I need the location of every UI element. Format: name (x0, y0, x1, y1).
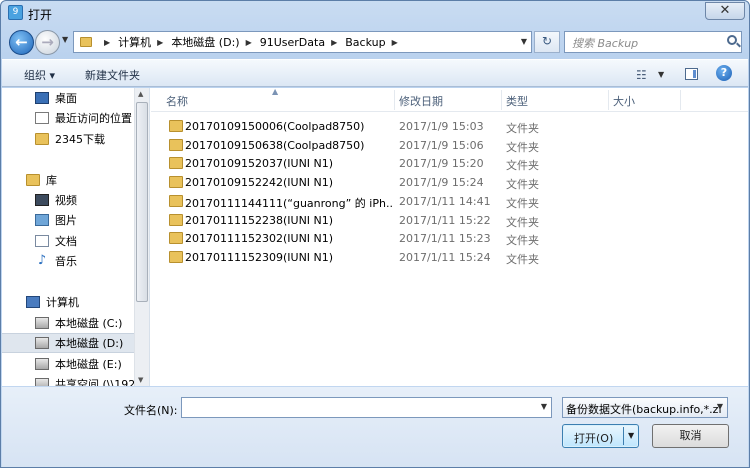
filename-field[interactable]: ▼ (181, 397, 552, 418)
scrollbar-thumb[interactable] (136, 102, 148, 302)
sidebar-item-2345-downloads[interactable]: 2345下载 (2, 129, 134, 149)
sidebar-item-music[interactable]: ♪ 音乐 (2, 251, 134, 271)
folder-icon (35, 133, 49, 145)
drive-icon (35, 337, 49, 349)
back-button[interactable]: ← (9, 30, 34, 55)
recent-places-icon (35, 112, 49, 124)
history-dropdown-icon[interactable]: ▼ (62, 35, 68, 44)
split-divider (623, 427, 624, 445)
sidebar-item-recent-places[interactable]: 最近访问的位置 (2, 108, 134, 128)
view-dropdown-icon[interactable]: ▼ (658, 70, 664, 79)
new-folder-button[interactable]: 新建文件夹 (85, 67, 140, 83)
folder-icon (169, 251, 183, 263)
music-icon: ♪ (37, 253, 47, 268)
drive-icon (35, 358, 49, 370)
column-name[interactable]: 名称 (166, 93, 188, 109)
folder-icon (169, 176, 183, 188)
address-dropdown-icon[interactable]: ▼ (521, 37, 527, 46)
forward-button[interactable]: → (35, 30, 60, 55)
folder-icon (169, 139, 183, 151)
sidebar-item-drive-d[interactable]: 本地磁盘 (D:) (2, 333, 134, 353)
library-icon (26, 174, 40, 186)
dialog-body: 桌面 最近访问的位置 2345下载 库 视频 图片 文档 ♪ 音乐 计算机 本地磁… (2, 87, 748, 386)
command-toolbar: 组织 ▾ 新建文件夹 ☷ ▼ ? (2, 59, 748, 87)
search-input[interactable]: 搜索 Backup (564, 31, 742, 53)
breadcrumb-drive-d[interactable]: 本地磁盘 (D:) ▶ (171, 34, 259, 50)
column-divider[interactable] (608, 90, 609, 110)
folder-icon (169, 195, 183, 207)
dialog-footer: 文件名(N): ▼ 备份数据文件(backup.info,*.zi ▼ 打开(O… (2, 387, 748, 467)
folder-icon (169, 157, 183, 169)
column-divider[interactable] (394, 90, 395, 110)
list-item[interactable]: 20170109150006(Coolpad8750) 2017/1/9 15:0… (151, 117, 748, 136)
scroll-up-icon[interactable]: ▲ (138, 90, 143, 98)
close-button[interactable]: ✕ (705, 2, 745, 20)
network-drive-icon (35, 378, 49, 386)
breadcrumb-91userdata[interactable]: 91UserData ▶ (260, 36, 346, 49)
scroll-down-icon[interactable]: ▼ (138, 376, 143, 384)
cancel-button[interactable]: 取消 (652, 424, 729, 448)
folder-icon (80, 37, 92, 47)
filetype-select[interactable]: 备份数据文件(backup.info,*.zi ▼ (562, 397, 728, 418)
change-view-icon[interactable]: ☷ (636, 68, 647, 82)
folder-icon (169, 214, 183, 226)
app-icon: 9 (8, 5, 23, 20)
search-placeholder: 搜索 Backup (572, 37, 639, 50)
sidebar-item-libraries[interactable]: 库 (2, 170, 134, 190)
navigation-pane: 桌面 最近访问的位置 2345下载 库 视频 图片 文档 ♪ 音乐 计算机 本地磁… (2, 88, 150, 386)
sidebar-item-drive-e[interactable]: 本地磁盘 (E:) (2, 354, 134, 374)
video-icon (35, 194, 49, 206)
computer-icon (26, 296, 40, 308)
sidebar-item-videos[interactable]: 视频 (2, 190, 134, 210)
column-header: ▲ 名称 修改日期 类型 大小 (151, 87, 748, 112)
sidebar-item-documents[interactable]: 文档 (2, 231, 134, 251)
title-bar[interactable]: 9 打开 ✕ (1, 1, 749, 25)
list-item[interactable]: 20170111152302(IUNI N1) 2017/1/11 15:23 文件… (151, 229, 748, 248)
breadcrumb-separator-icon[interactable]: ▶ (98, 38, 118, 47)
sort-ascending-icon: ▲ (272, 87, 279, 96)
filetype-dropdown-icon[interactable]: ▼ (717, 402, 723, 411)
list-item[interactable]: 20170111152309(IUNI N1) 2017/1/11 15:24 文件… (151, 248, 748, 267)
list-item[interactable]: 20170109152242(IUNI N1) 2017/1/9 15:24 文件夹 (151, 173, 748, 192)
sidebar-item-computer[interactable]: 计算机 (2, 292, 134, 312)
column-divider[interactable] (501, 90, 502, 110)
sidebar-item-drive-c[interactable]: 本地磁盘 (C:) (2, 313, 134, 333)
window-title: 打开 (28, 8, 53, 22)
documents-icon (35, 235, 49, 247)
open-button[interactable]: 打开(O) ▼ (562, 424, 639, 448)
address-bar[interactable]: ▶ 计算机 ▶ 本地磁盘 (D:) ▶ 91UserData ▶ Backup ▶ ▼ (73, 31, 532, 53)
column-divider[interactable] (680, 90, 681, 110)
open-options-dropdown-icon[interactable]: ▼ (628, 431, 634, 440)
list-item[interactable]: 20170111152238(IUNI N1) 2017/1/11 15:22 文件… (151, 211, 748, 230)
filename-dropdown-icon[interactable]: ▼ (541, 402, 547, 411)
refresh-button[interactable]: ↻ (534, 31, 560, 53)
navigation-bar: ← → ▼ ▶ 计算机 ▶ 本地磁盘 (D:) ▶ 91UserData ▶ Back… (1, 27, 749, 57)
file-list: ▲ 名称 修改日期 类型 大小 20170109150006(Coolpad87… (151, 87, 748, 386)
column-size[interactable]: 大小 (613, 93, 635, 109)
pictures-icon (35, 214, 49, 226)
drive-icon (35, 317, 49, 329)
open-button-label: 打开(O) (574, 432, 614, 445)
desktop-icon (35, 92, 49, 104)
organize-button[interactable]: 组织 ▾ (24, 67, 55, 83)
breadcrumb-backup[interactable]: Backup ▶ (345, 36, 405, 49)
column-type[interactable]: 类型 (506, 93, 528, 109)
column-date-modified[interactable]: 修改日期 (399, 93, 443, 109)
search-icon[interactable] (727, 35, 737, 45)
list-item[interactable]: 20170109150638(Coolpad8750) 2017/1/9 15:0… (151, 136, 748, 155)
list-item[interactable]: 20170109152037(IUNI N1) 2017/1/9 15:20 文件夹 (151, 154, 748, 173)
sidebar-item-shared-space[interactable]: 共享空间 (\\192 (2, 374, 135, 386)
sidebar-scrollbar[interactable]: ▲ ▼ (134, 88, 149, 386)
breadcrumb-computer[interactable]: 计算机 ▶ (118, 34, 171, 50)
sidebar-item-pictures[interactable]: 图片 (2, 210, 134, 230)
folder-icon (169, 232, 183, 244)
filename-label: 文件名(N): (124, 404, 178, 417)
folder-icon (169, 120, 183, 132)
preview-pane-icon[interactable] (685, 68, 698, 80)
filetype-value: 备份数据文件(backup.info,*.zi (566, 403, 722, 416)
list-item[interactable]: 20170111144111(“guanrong” 的 iPh... 2017/1… (151, 192, 748, 211)
open-file-dialog: 9 打开 ✕ ← → ▼ ▶ 计算机 ▶ 本地磁盘 (D:) ▶ 91UserDat… (0, 0, 750, 468)
sidebar-item-desktop[interactable]: 桌面 (2, 88, 134, 108)
help-icon[interactable]: ? (716, 65, 732, 81)
